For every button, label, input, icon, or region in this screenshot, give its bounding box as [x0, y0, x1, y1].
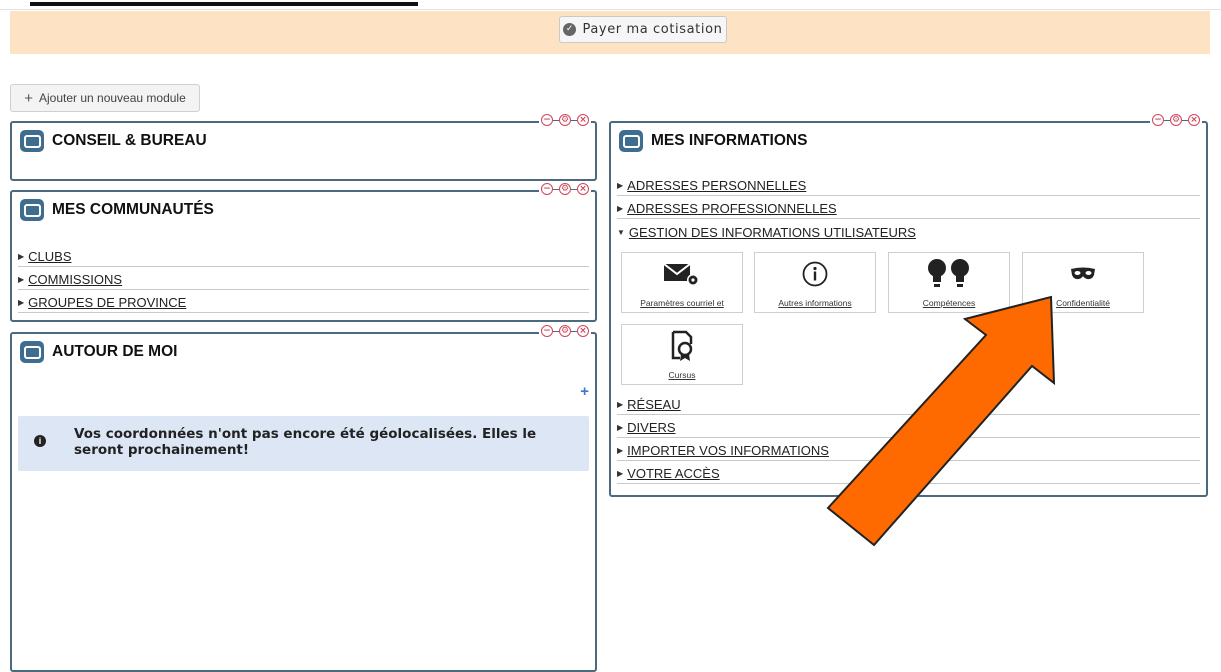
annotation-arrow [826, 295, 1056, 547]
